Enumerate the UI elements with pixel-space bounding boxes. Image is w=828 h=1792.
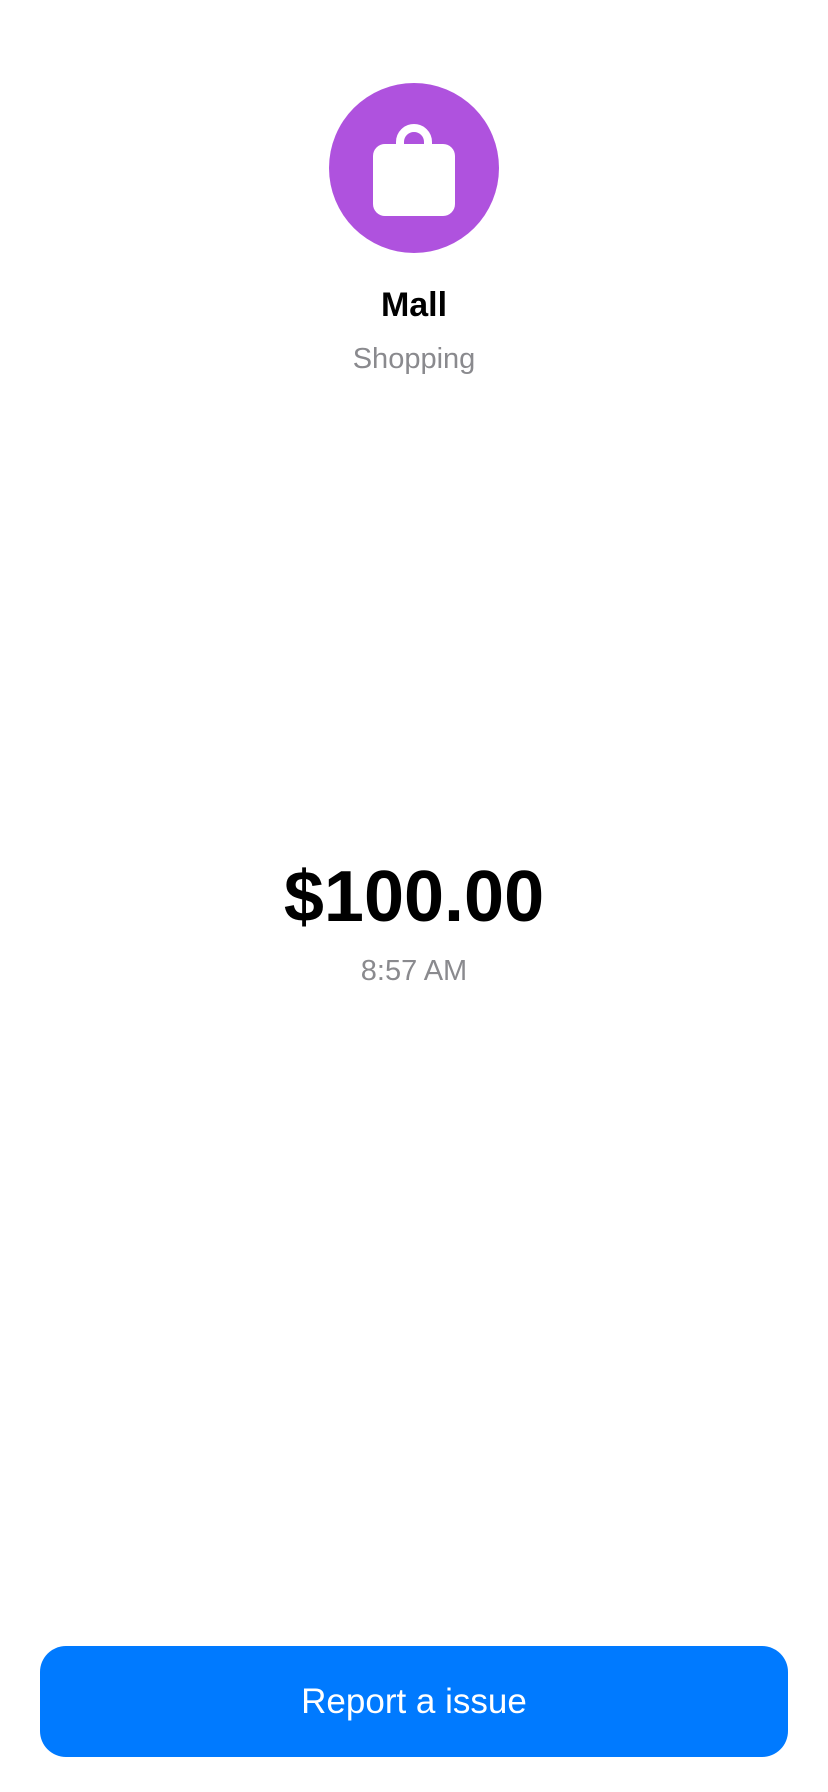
transaction-time: 8:57 AM xyxy=(360,955,468,987)
transaction-amount: $100.00 xyxy=(283,857,545,937)
merchant-category: Shopping xyxy=(352,343,476,375)
report-issue-button[interactable]: Report a issue xyxy=(40,1646,788,1757)
merchant-name: Mall xyxy=(380,286,448,324)
shopping-bag-icon xyxy=(373,120,455,216)
merchant-avatar xyxy=(329,83,499,253)
